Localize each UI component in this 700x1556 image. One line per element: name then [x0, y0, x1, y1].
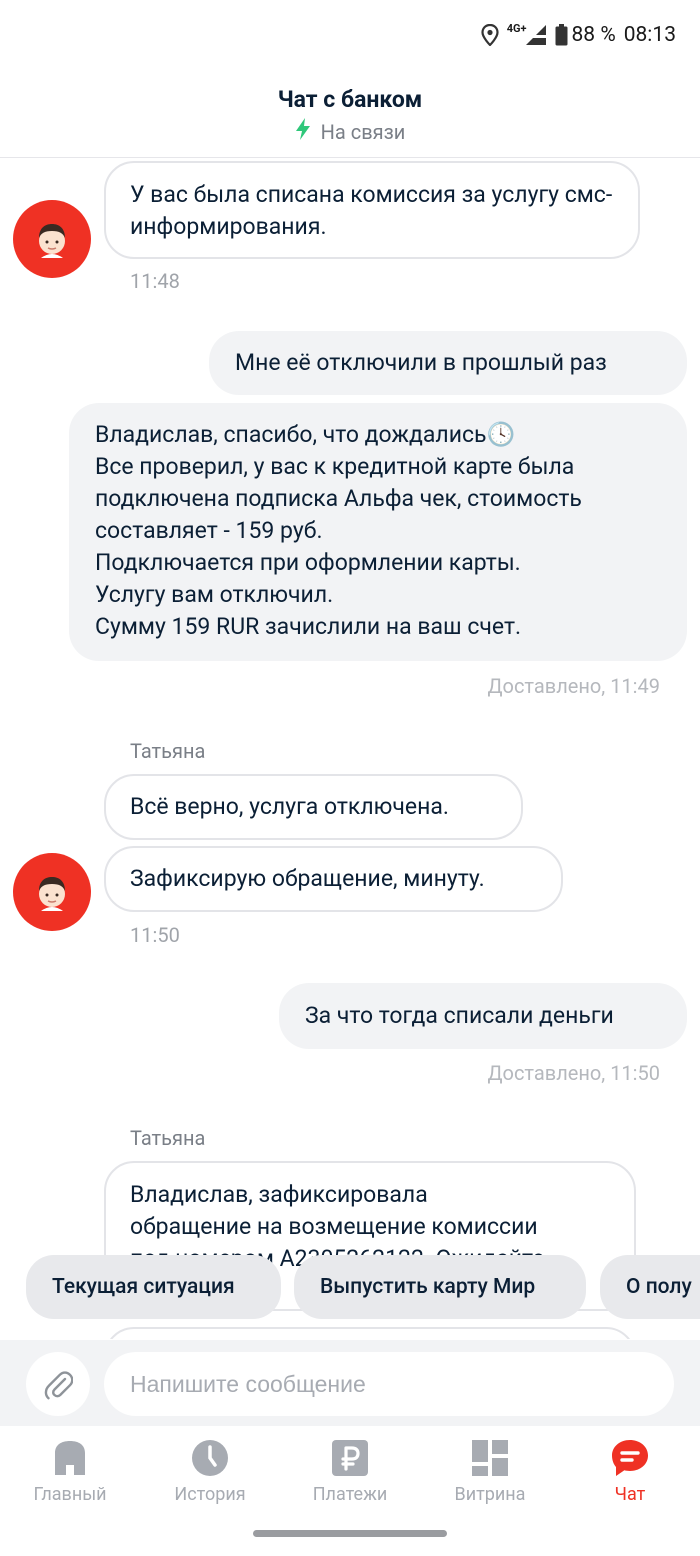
status-bar: 4G+ 88 % 08:13 [0, 0, 700, 66]
quick-replies: Текущая ситуация Выпустить карту Мир О п… [0, 1255, 700, 1321]
person-emoji-icon [39, 877, 65, 911]
message-line: Сумму 159 RUR зачислили на ваш счет. [95, 613, 522, 640]
message-text: Всё верно, услуга отключена. [130, 793, 449, 820]
message-line: Подключается при оформлении карты. [95, 549, 521, 576]
message-line: Владислав, спасибо, что дождались🕓 [95, 421, 516, 448]
quick-reply-chip[interactable]: Текущая ситуация [26, 1255, 281, 1319]
online-status-label: На связи [320, 119, 406, 144]
chat-messages[interactable]: У вас была списана комиссия за услугу см… [0, 159, 700, 1339]
online-status: На связи [0, 118, 700, 145]
nav-item-history[interactable]: История [140, 1438, 280, 1505]
message-composer [0, 1340, 700, 1426]
message-line: обращение на возмещение комиссии [130, 1213, 538, 1240]
chat-header: Чат с банком На связи [0, 66, 700, 158]
signal-icon [525, 24, 547, 46]
message-line: Все проверил, у вас к кредитной карте бы… [95, 453, 575, 480]
nav-item-label: Чат [614, 1484, 646, 1505]
operator-avatar [13, 200, 91, 278]
incoming-message: У вас была списана комиссия за услугу см… [104, 161, 640, 259]
nav-item-chat[interactable]: Чат [560, 1438, 700, 1505]
nav-item-label: Платежи [312, 1484, 388, 1505]
incoming-message [104, 1327, 636, 1339]
quick-reply-chip[interactable]: Выпустить карту Мир [294, 1255, 586, 1319]
operator-avatar [13, 853, 91, 931]
message-line: Владислав, зафиксировала [130, 1181, 428, 1208]
person-emoji-icon [39, 224, 65, 258]
location-icon [481, 24, 499, 46]
page-title: Чат с банком [277, 86, 423, 113]
message-input[interactable] [104, 1352, 674, 1416]
paperclip-icon [44, 1371, 73, 1400]
message-time: 11:48 [130, 269, 180, 293]
delivery-status: Доставлено, 11:50 [487, 1061, 661, 1085]
chat-icon [610, 1438, 650, 1478]
incoming-message: Всё верно, услуга отключена. [104, 774, 523, 840]
message-text: У вас была списана комиссия за услугу см… [130, 181, 613, 240]
quick-reply-chip[interactable]: О полу [600, 1255, 700, 1319]
outgoing-message: Владислав, спасибо, что дождались🕓 Все п… [69, 403, 687, 661]
clock-time: 08:13 [623, 23, 676, 47]
delivery-status: Доставлено, 11:49 [487, 674, 661, 698]
message-line: составляет - 159 руб. [95, 517, 323, 544]
bottom-navigation: Главный История Платежи Витрина Чат [0, 1426, 700, 1556]
message-line: Услугу вам отключил. [95, 581, 334, 608]
lightning-icon [295, 118, 311, 145]
nav-item-payments[interactable]: Платежи [280, 1438, 420, 1505]
message-time: 11:50 [130, 923, 180, 947]
status-indicators: 4G+ 88 % 08:13 [481, 18, 676, 52]
nav-item-label: Главный [33, 1484, 107, 1505]
message-line: подключена подписка Альфа чек, стоимость [95, 485, 582, 512]
showcase-grid-icon [470, 1438, 510, 1478]
battery-level: 88 % [571, 23, 616, 47]
home-indicator[interactable] [253, 1530, 447, 1537]
ruble-icon [330, 1438, 370, 1478]
outgoing-message: Мне её отключили в прошлый раз [209, 331, 687, 395]
incoming-message: Зафиксирую обращение, минуту. [104, 846, 563, 912]
message-text: Зафиксирую обращение, минуту. [130, 865, 485, 892]
clock-icon [190, 1438, 230, 1478]
outgoing-message: За что тогда списали деньги [279, 983, 687, 1049]
message-text: За что тогда списали деньги [305, 1002, 614, 1029]
message-text: Мне её отключили в прошлый раз [235, 349, 607, 376]
sender-name: Татьяна [130, 1126, 206, 1150]
battery-icon [555, 24, 568, 46]
nav-item-showcase[interactable]: Витрина [420, 1438, 560, 1505]
sender-name: Татьяна [130, 739, 206, 763]
nav-item-home[interactable]: Главный [0, 1438, 140, 1505]
attach-button[interactable] [26, 1352, 90, 1416]
nav-item-label: История [174, 1484, 246, 1505]
nav-item-label: Витрина [454, 1484, 526, 1505]
home-icon [50, 1438, 90, 1478]
